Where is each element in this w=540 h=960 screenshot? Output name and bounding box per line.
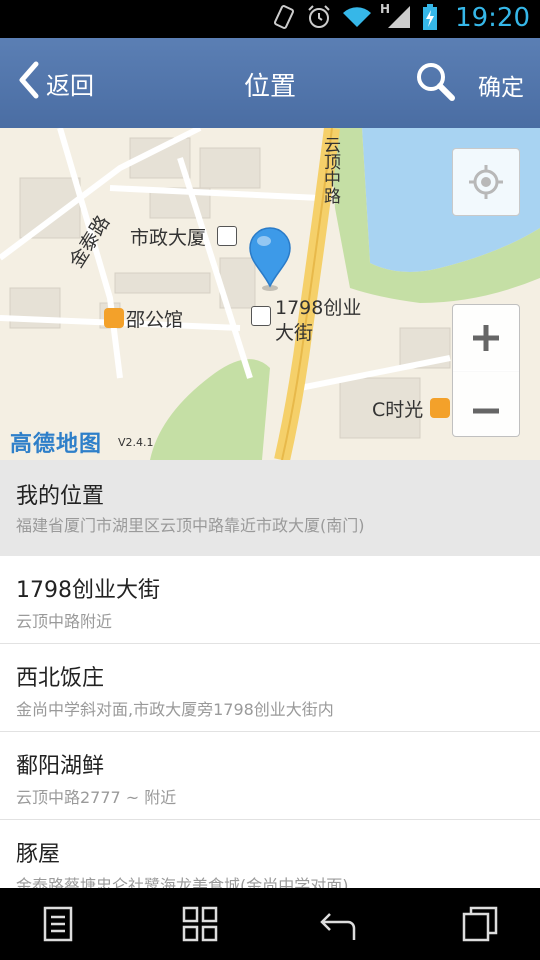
item-title: 我的位置: [16, 484, 105, 509]
wifi-icon: [342, 5, 372, 33]
vibrate-icon: [272, 4, 296, 34]
item-address: 金泰路蔡塘忠仑社鹭海龙美食城(金尚中学对面): [16, 876, 349, 888]
location-list: 我的位置 福建省厦门市湖里区云顶中路靠近市政大厦(南门) 1798创业大街 云顶…: [0, 460, 540, 888]
signal-type-label: H: [380, 2, 391, 16]
zoom-out-button[interactable]: [452, 370, 520, 437]
item-title: 西北饭庄: [16, 666, 105, 691]
poi-label-shaogongguan: 邵公馆: [126, 309, 184, 331]
crosshair-icon: [469, 165, 503, 203]
item-address: 福建省厦门市湖里区云顶中路靠近市政大厦(南门): [16, 516, 365, 535]
item-address: 金尚中学斜对面,市政大厦旁1798创业大街内: [16, 700, 334, 719]
list-item[interactable]: 西北饭庄 金尚中学斜对面,市政大厦旁1798创业大街内: [0, 644, 540, 732]
back-nav-button[interactable]: [318, 904, 358, 944]
item-address: 云顶中路附近: [16, 612, 113, 631]
map-provider-logo: 高德地图: [10, 432, 103, 457]
item-address: 云顶中路2777 ~ 附近: [16, 788, 177, 807]
zoom-in-button[interactable]: [452, 304, 520, 372]
locate-me-button[interactable]: [452, 148, 520, 216]
page-title: 位置: [243, 72, 296, 102]
location-pin-icon[interactable]: [248, 226, 296, 292]
poi-label-cshiguang: C时光: [372, 399, 424, 421]
system-nav-bar: [0, 888, 540, 960]
list-item[interactable]: 豚屋 金泰路蔡塘忠仑社鹭海龙美食城(金尚中学对面): [0, 820, 540, 888]
item-title: 豚屋: [16, 842, 61, 867]
restaurant-icon: [430, 398, 450, 418]
clock: 19:20: [455, 3, 530, 33]
grid-icon: [180, 906, 220, 948]
apps-button[interactable]: [180, 904, 220, 944]
search-button[interactable]: [414, 60, 458, 104]
minus-icon: [471, 400, 501, 419]
confirm-button[interactable]: 确定: [478, 68, 524, 102]
building-label-shizheng: 市政大厦: [130, 227, 207, 249]
list-item[interactable]: 鄱阳湖鲜 云顶中路2777 ~ 附近: [0, 732, 540, 820]
poi-label-1798-line2: 大街: [275, 322, 314, 344]
map-view[interactable]: 金泰路 云顶中路 市政大厦 邵公馆 1798创业 大街 C时光 高德地图 V2.…: [0, 128, 540, 460]
signal-icon: H: [380, 2, 412, 34]
list-item[interactable]: 我的位置 福建省厦门市湖里区云顶中路靠近市政大厦(南门): [0, 460, 540, 556]
map-version: V2.4.1: [118, 436, 154, 449]
header: 返回 位置 确定: [0, 38, 540, 128]
alarm-icon: [306, 4, 332, 34]
menu-icon: [38, 906, 78, 948]
recent-apps-button[interactable]: [460, 904, 500, 944]
search-icon: [414, 63, 458, 108]
back-arrow-icon: [318, 913, 358, 948]
battery-charging-icon: [422, 4, 438, 34]
restaurant-icon: [104, 308, 124, 328]
list-item[interactable]: 1798创业大街 云顶中路附近: [0, 556, 540, 644]
building-icon: [217, 226, 237, 246]
item-title: 1798创业大街: [16, 578, 160, 603]
building-icon: [251, 306, 271, 326]
road-label-yunding: 云顶中路: [320, 136, 340, 204]
item-title: 鄱阳湖鲜: [16, 754, 105, 779]
status-bar: H 19:20: [0, 0, 540, 38]
menu-button[interactable]: [38, 904, 78, 944]
poi-label-1798-line1: 1798创业: [275, 297, 362, 319]
recent-apps-icon: [460, 906, 500, 948]
plus-icon: [471, 323, 501, 357]
